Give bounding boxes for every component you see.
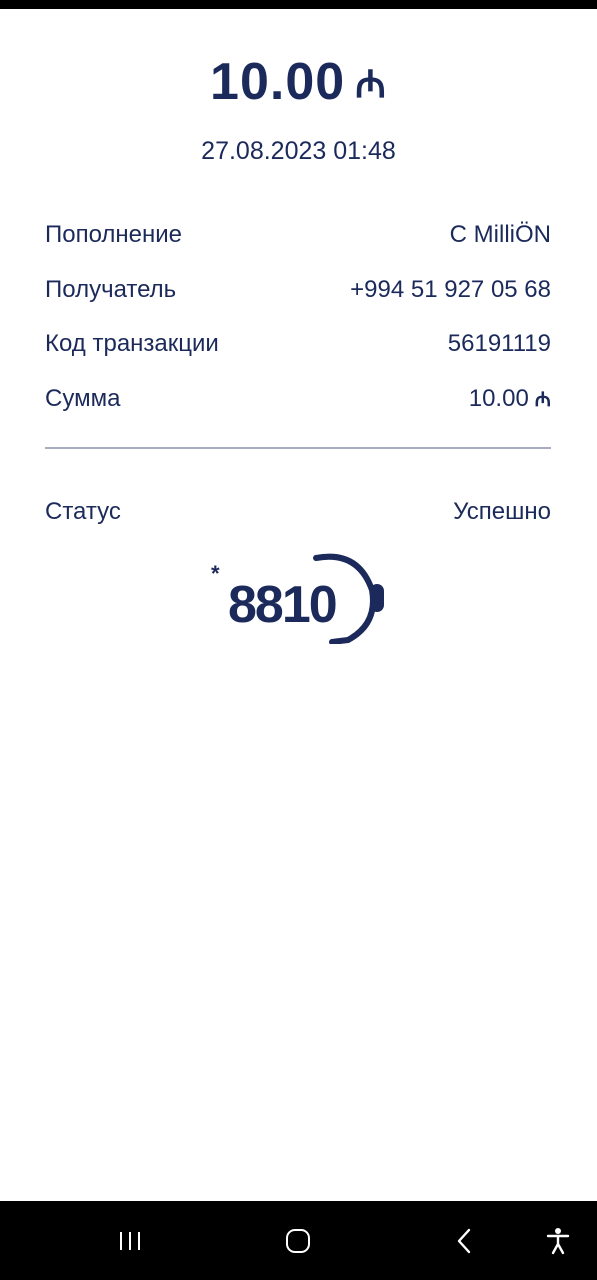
row-recipient: Получатель +994 51 927 05 68 bbox=[45, 273, 551, 307]
amount-value: 10.00 bbox=[210, 53, 346, 111]
row-top-up: Пополнение C MilliÖN bbox=[45, 218, 551, 252]
row-value: 56191119 bbox=[447, 330, 551, 357]
row-label: Пополнение bbox=[45, 221, 183, 248]
back-button[interactable] bbox=[443, 1219, 487, 1263]
row-transaction-code: Код транзакции 56191119 bbox=[45, 327, 551, 361]
receipt-screen: 10.00 ₼ 27.08.2023 01:48 Пополнение C Mil… bbox=[0, 9, 597, 1201]
currency-symbol-small: ₼ bbox=[534, 389, 551, 411]
sum-value: 10.00 bbox=[468, 385, 529, 412]
row-value-group: 10.00 ₼ bbox=[469, 385, 551, 413]
support-8810-logo: * 8810 bbox=[211, 553, 384, 644]
accessibility-icon bbox=[546, 1228, 570, 1255]
transaction-datetime: 27.08.2023 01:48 bbox=[201, 137, 396, 165]
row-label: Получатель bbox=[45, 276, 177, 303]
system-navigation-bar bbox=[0, 1201, 597, 1280]
logo-number: 8810 bbox=[228, 576, 336, 634]
row-value: C MilliÖN bbox=[449, 221, 551, 248]
divider bbox=[45, 447, 551, 449]
row-value: +994 51 927 05 68 bbox=[350, 276, 551, 303]
row-label: Сумма bbox=[45, 385, 121, 412]
status-label: Статус bbox=[45, 498, 121, 525]
home-icon bbox=[286, 1229, 310, 1253]
recent-apps-button[interactable] bbox=[108, 1219, 152, 1263]
back-icon bbox=[457, 1228, 471, 1254]
row-sum: Сумма 10.00 ₼ bbox=[45, 382, 551, 416]
amount-title: 10.00 ₼ bbox=[0, 52, 597, 112]
accessibility-button[interactable] bbox=[536, 1219, 580, 1263]
currency-symbol: ₼ bbox=[355, 64, 387, 106]
home-button[interactable] bbox=[276, 1219, 320, 1263]
recent-apps-icon bbox=[120, 1232, 140, 1250]
row-status: Статус Успешно bbox=[45, 495, 551, 529]
status-value: Успешно bbox=[453, 498, 551, 525]
row-label: Код транзакции bbox=[45, 330, 219, 357]
logo-star: * bbox=[211, 561, 220, 586]
